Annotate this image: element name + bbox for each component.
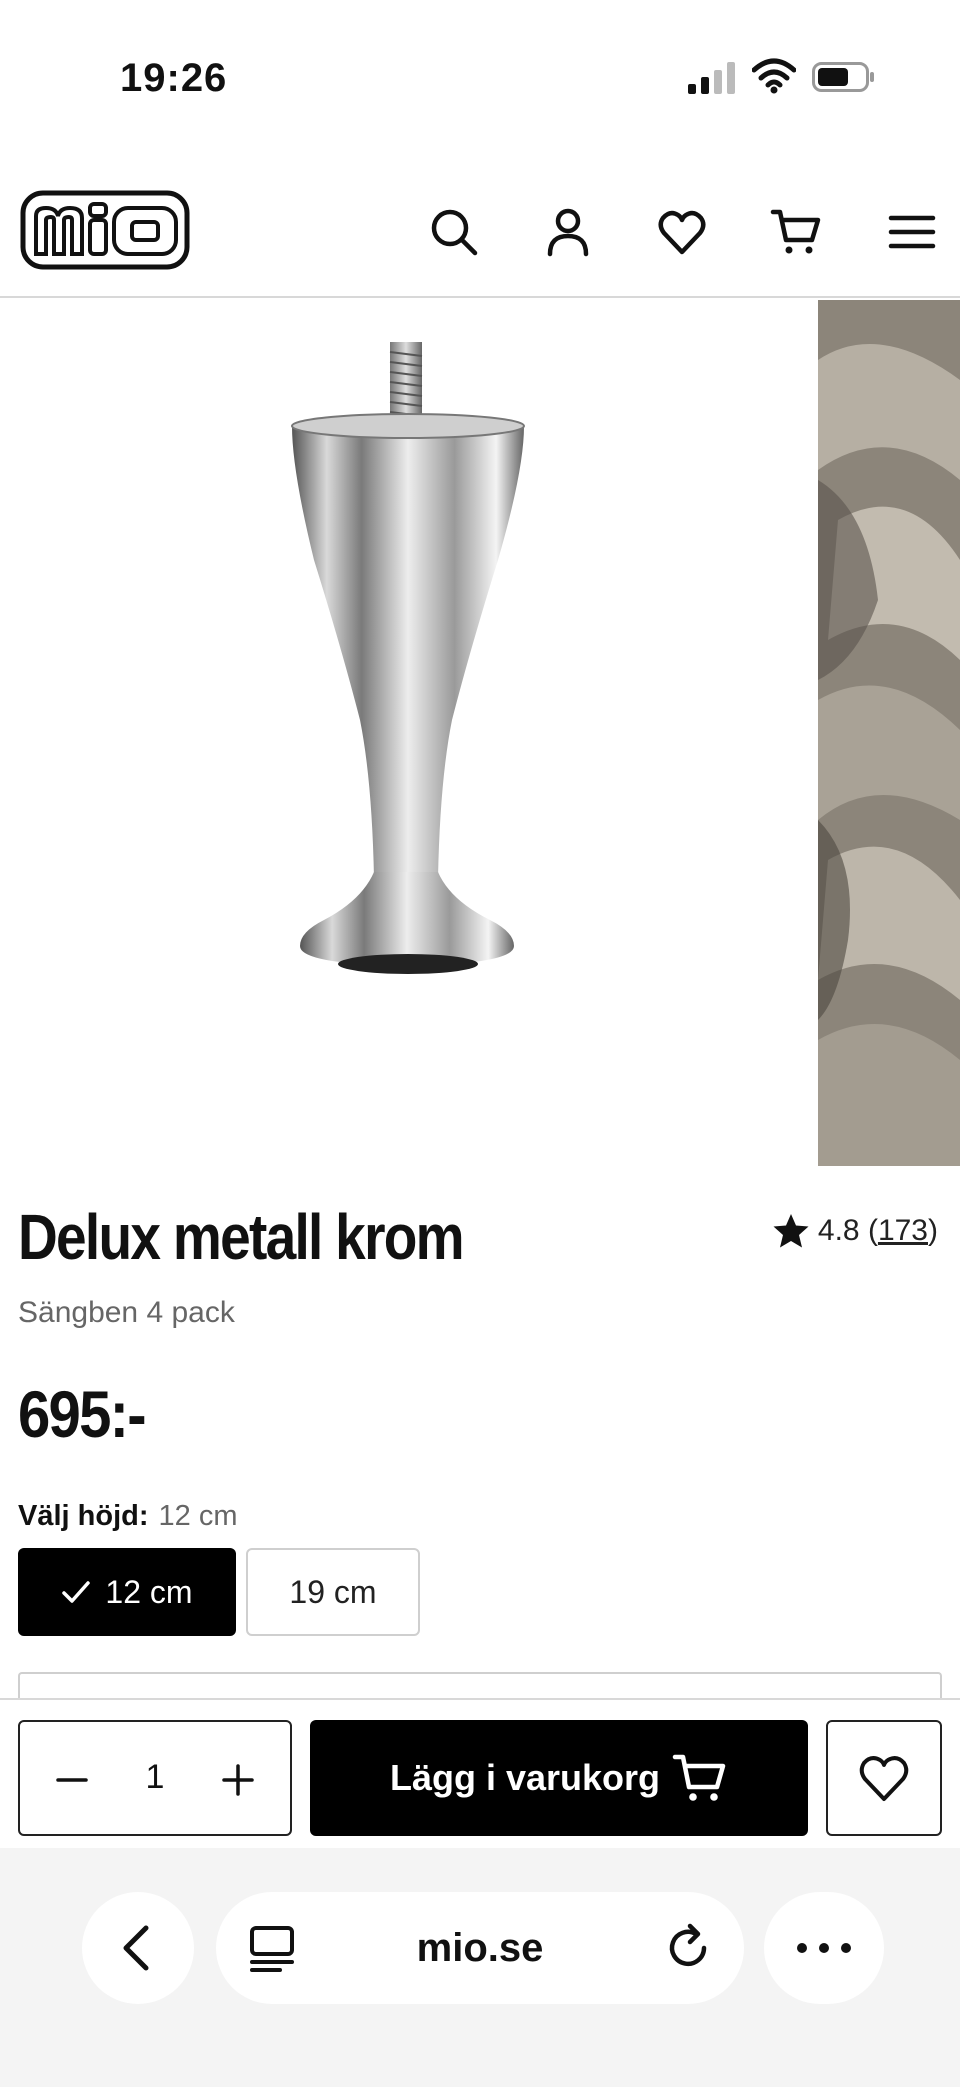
next-product-image[interactable] [818,300,960,1166]
variant-option-label: 19 cm [289,1573,377,1610]
checkmark-icon [62,1581,91,1603]
chevron-left-icon [123,1925,149,1971]
heart-icon [859,1756,909,1801]
variant-label-text: Välj höjd: [18,1500,149,1532]
rating-count-link[interactable]: 173 [878,1214,928,1248]
bed-leg-illustration [291,342,525,974]
browser-back-button[interactable] [82,1892,194,2004]
rating-open-paren: ( [859,1214,878,1247]
product-image[interactable] [0,300,818,1166]
status-bar: 19:26 [0,0,960,130]
user-icon [547,208,589,257]
product-price: 695:- [18,1377,147,1451]
plus-icon [222,1764,254,1796]
quantity-increase-button[interactable] [208,1750,268,1810]
status-time: 19:26 [120,56,228,100]
linen-fabric-illustration [818,300,960,1166]
browser-address-bar[interactable]: mio.se [216,1892,744,2004]
mio-logo[interactable] [20,190,190,270]
variant-selected-value: 12 cm [158,1500,238,1532]
sticky-buy-bar: 1 Lägg i varukorg [0,1698,960,1848]
search-icon [431,209,478,256]
add-to-cart-label: Lägg i varukorg [389,1757,661,1798]
variant-label: Välj höjd: 12 cm [18,1500,237,1533]
quantity-stepper: 1 [18,1720,292,1836]
add-to-cart-button[interactable]: Lägg i varukorg [310,1720,808,1836]
account-button[interactable] [540,204,596,260]
more-icon [797,1943,851,1953]
cart-icon [770,209,821,254]
variant-option-label: 12 cm [105,1573,193,1610]
rating-score: 4.8 [817,1214,860,1247]
product-rating[interactable]: 4.8 (173) [772,1212,938,1250]
product-title: Delux metall krom [18,1201,465,1273]
search-button[interactable] [426,204,482,260]
menu-icon [888,215,936,249]
cart-icon [672,1754,726,1801]
star-icon [773,1214,809,1248]
reload-icon[interactable] [660,1920,716,1976]
browser-more-button[interactable] [764,1892,884,2004]
wifi-icon [752,58,796,94]
cart-button[interactable] [768,204,824,260]
battery-icon [812,62,874,92]
heart-icon [658,210,706,255]
product-gallery[interactable] [0,300,960,1166]
cellular-signal-icon [688,62,735,94]
browser-toolbar: mio.se [0,1848,960,2087]
rating-close-paren: ) [928,1214,938,1247]
menu-button[interactable] [884,204,940,260]
site-header [0,180,960,298]
variant-option-19cm[interactable]: 19 cm [246,1548,420,1636]
wishlist-button[interactable] [654,204,710,260]
product-subtitle: Sängben 4 pack [18,1296,235,1329]
add-to-wishlist-button[interactable] [826,1720,942,1836]
variant-option-12cm[interactable]: 12 cm [18,1548,236,1636]
